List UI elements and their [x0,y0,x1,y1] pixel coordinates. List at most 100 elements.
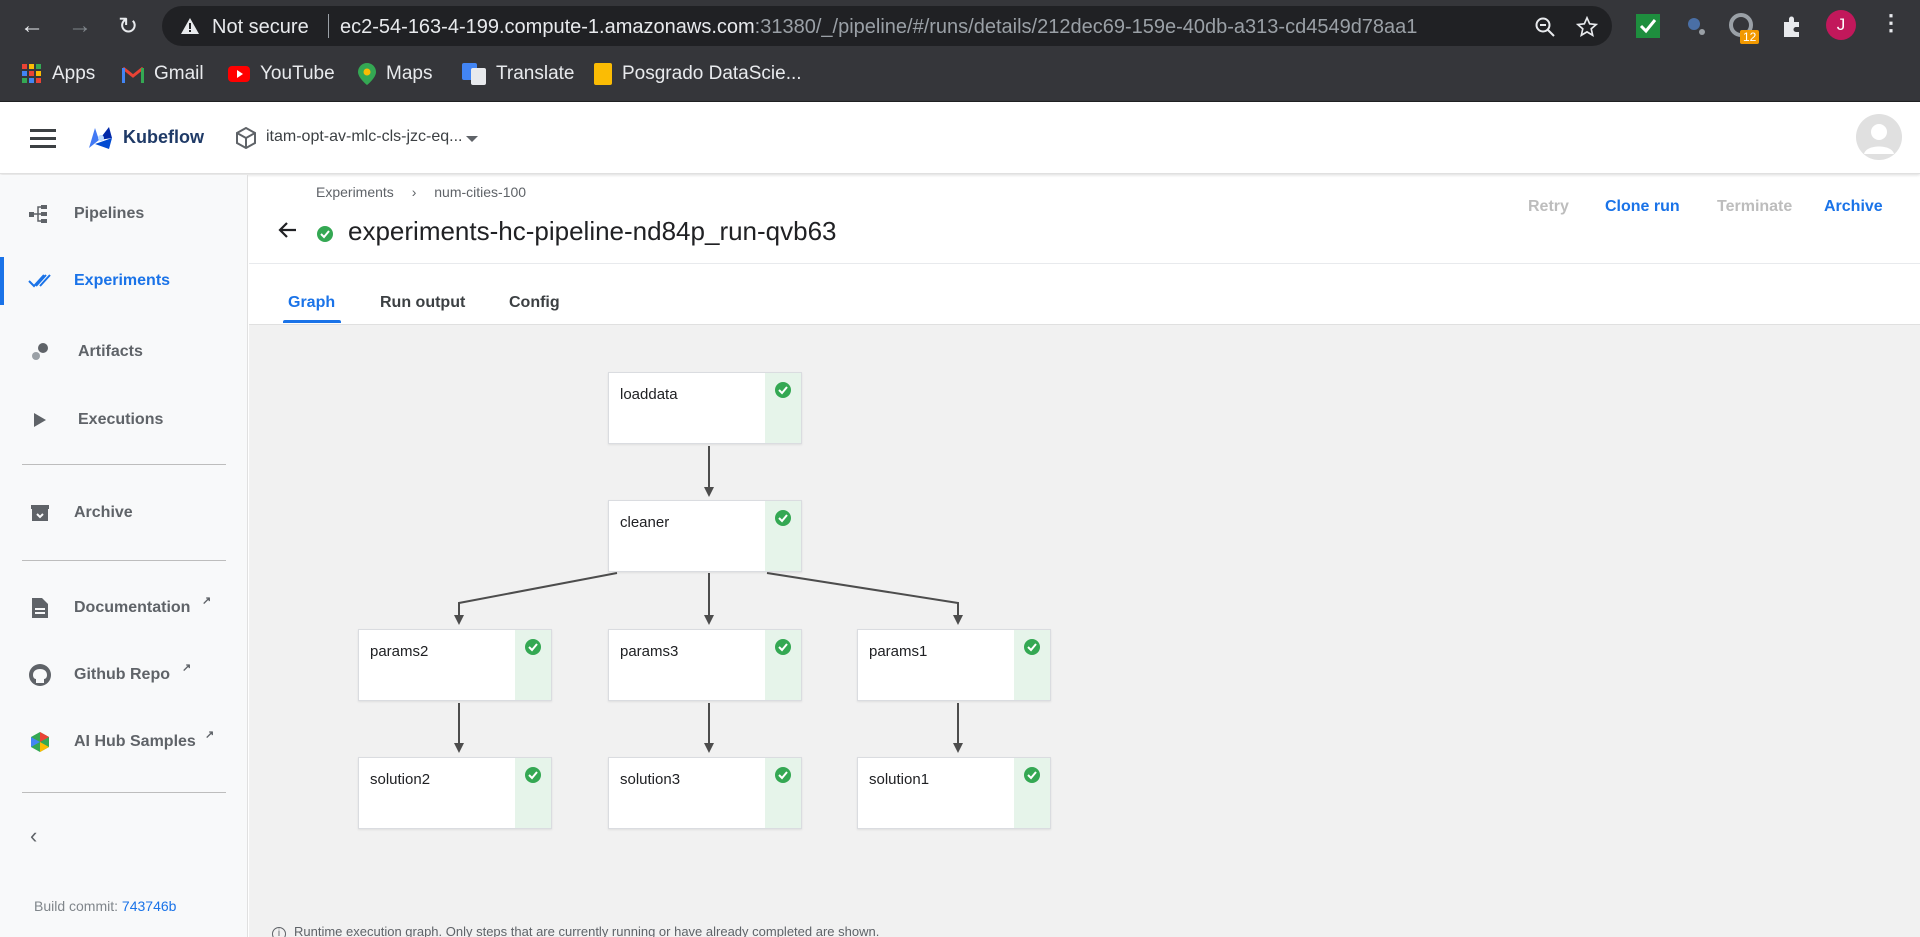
bookmark-maps[interactable]: Maps [358,62,432,86]
breadcrumb-experiment[interactable]: num-cities-100 [434,184,526,200]
tab-run-output[interactable]: Run output [380,294,465,312]
node-label: params3 [620,643,679,660]
collapse-sidebar-icon[interactable]: ‹ [30,823,37,849]
namespace-dropdown-icon[interactable] [466,136,478,142]
sidebar-item-artifacts[interactable]: Artifacts [0,328,248,376]
checklist-extension-icon[interactable] [1634,12,1662,40]
retry-button[interactable]: Retry [1528,198,1569,216]
node-label: solution3 [620,771,681,788]
graph-node-solution1[interactable]: solution1 [857,757,1051,829]
bookmark-label: YouTube [260,63,335,84]
bookmark-posgrado[interactable]: Posgrado DataScie... [594,62,802,86]
graph-footnote: i Runtime execution graph. Only steps tha… [272,924,879,937]
sidebar-divider [22,464,226,465]
sidebar-item-experiments[interactable]: Experiments [0,257,248,305]
pipelines-icon [28,202,52,226]
graph-node-params3[interactable]: params3 [608,629,802,701]
bookmark-translate[interactable]: Translate [462,62,575,86]
youtube-icon [228,66,250,82]
sidebar-item-label: Experiments [74,272,171,289]
node-status [1014,758,1050,828]
kubeflow-logo-icon [89,127,112,149]
documentation-icon [28,596,52,620]
build-commit: Build commit: 743746b [34,898,176,914]
check-circle-icon [775,639,791,655]
bookmarks-bar: Apps Gmail YouTube Maps Translate Posgra… [0,52,1920,102]
sidebar-item-label: Archive [74,504,133,521]
graph-node-cleaner[interactable]: cleaner [608,500,802,572]
kubeflow-brand[interactable]: Kubeflow [123,127,204,148]
check-circle-icon [775,767,791,783]
footnote-text: Runtime execution graph. Only steps that… [294,924,880,937]
maps-pin-icon [358,63,376,85]
build-commit-link[interactable]: 743746b [122,898,177,914]
hamburger-menu-icon[interactable] [30,129,56,153]
graph-node-params1[interactable]: params1 [857,629,1051,701]
profile-avatar[interactable]: J [1826,10,1856,40]
sidebar-item-ai-hub[interactable]: AI Hub Samples ↗ [0,718,248,766]
zoom-icon[interactable] [1534,16,1556,38]
sidebar-item-label: Pipelines [74,205,145,222]
sidebar-item-documentation[interactable]: Documentation ↗ [0,584,248,632]
bookmark-gmail[interactable]: Gmail [122,62,204,86]
graph-node-loaddata[interactable]: loaddata [608,372,802,444]
node-status [515,630,551,700]
app-header: Kubeflow itam-opt-av-mlc-cls-jzc-eq... [0,102,1920,174]
node-label: loaddata [620,386,678,403]
node-status [765,758,801,828]
node-status [765,630,801,700]
graph-node-params2[interactable]: params2 [358,629,552,701]
sidebar-item-executions[interactable]: Executions [0,396,248,444]
tab-config[interactable]: Config [509,294,560,312]
sidebar-item-github[interactable]: Github Repo ↗ [0,651,248,699]
extensions-puzzle-icon[interactable] [1778,12,1806,40]
external-link-icon: ↗ [202,595,212,607]
satellite-extension-icon[interactable] [1682,12,1710,40]
node-status [1014,630,1050,700]
node-status [515,758,551,828]
artifacts-icon [28,340,52,364]
bookmark-apps[interactable]: Apps [22,62,95,86]
reload-icon[interactable]: ↻ [112,10,144,42]
node-label: solution2 [370,771,431,788]
terminate-button[interactable]: Terminate [1717,198,1792,216]
namespace-selector[interactable]: itam-opt-av-mlc-cls-jzc-eq... [266,128,462,146]
graph-node-solution2[interactable]: solution2 [358,757,552,829]
back-arrow-icon[interactable] [276,218,300,242]
page-title: experiments-hc-pipeline-nd84p_run-qvb63 [348,216,837,246]
sidebar-item-label: Artifacts [78,343,143,360]
warning-icon[interactable] [180,17,200,35]
sidebar-item-label: Executions [78,411,164,428]
sidebar-item-pipelines[interactable]: Pipelines [0,190,248,238]
url-text[interactable]: ec2-54-163-4-199.compute-1.amazonaws.com… [340,16,1417,39]
bookmark-label: Posgrado DataScie... [622,63,802,84]
tab-graph[interactable]: Graph [288,294,335,312]
sidebar-item-archive[interactable]: Archive [0,489,248,537]
bookmark-label: Gmail [154,63,204,84]
namespace-cube-icon [236,127,256,149]
clone-run-button[interactable]: Clone run [1605,198,1680,216]
forward-icon[interactable]: → [64,10,96,42]
external-link-icon: ↗ [205,729,215,741]
breadcrumb-experiments[interactable]: Experiments [316,184,394,200]
node-label: params1 [869,643,928,660]
node-label: solution1 [869,771,930,788]
account-avatar[interactable] [1856,114,1902,160]
extension-badge: 12 [1740,30,1760,44]
sidebar-item-label: Github Repo [74,666,170,683]
bookmark-star-icon[interactable] [1576,16,1598,38]
header-divider [249,263,1920,264]
gmail-icon [122,66,144,83]
address-bar[interactable]: Not secure ec2-54-163-4-199.compute-1.am… [162,6,1612,46]
info-icon: i [272,927,286,937]
bookmark-youtube[interactable]: YouTube [228,62,335,86]
breadcrumb: Experiments › num-cities-100 [316,184,526,200]
back-icon[interactable]: ← [16,10,48,42]
document-bookmark-icon [594,63,612,85]
active-tab-indicator [283,320,341,323]
check-circle-icon [525,767,541,783]
browser-toolbar: ← → ↻ Not secure ec2-54-163-4-199.comput… [0,0,1920,52]
graph-node-solution3[interactable]: solution3 [608,757,802,829]
browser-menu-icon[interactable]: ⋮ [1880,10,1902,36]
archive-button[interactable]: Archive [1824,198,1883,216]
